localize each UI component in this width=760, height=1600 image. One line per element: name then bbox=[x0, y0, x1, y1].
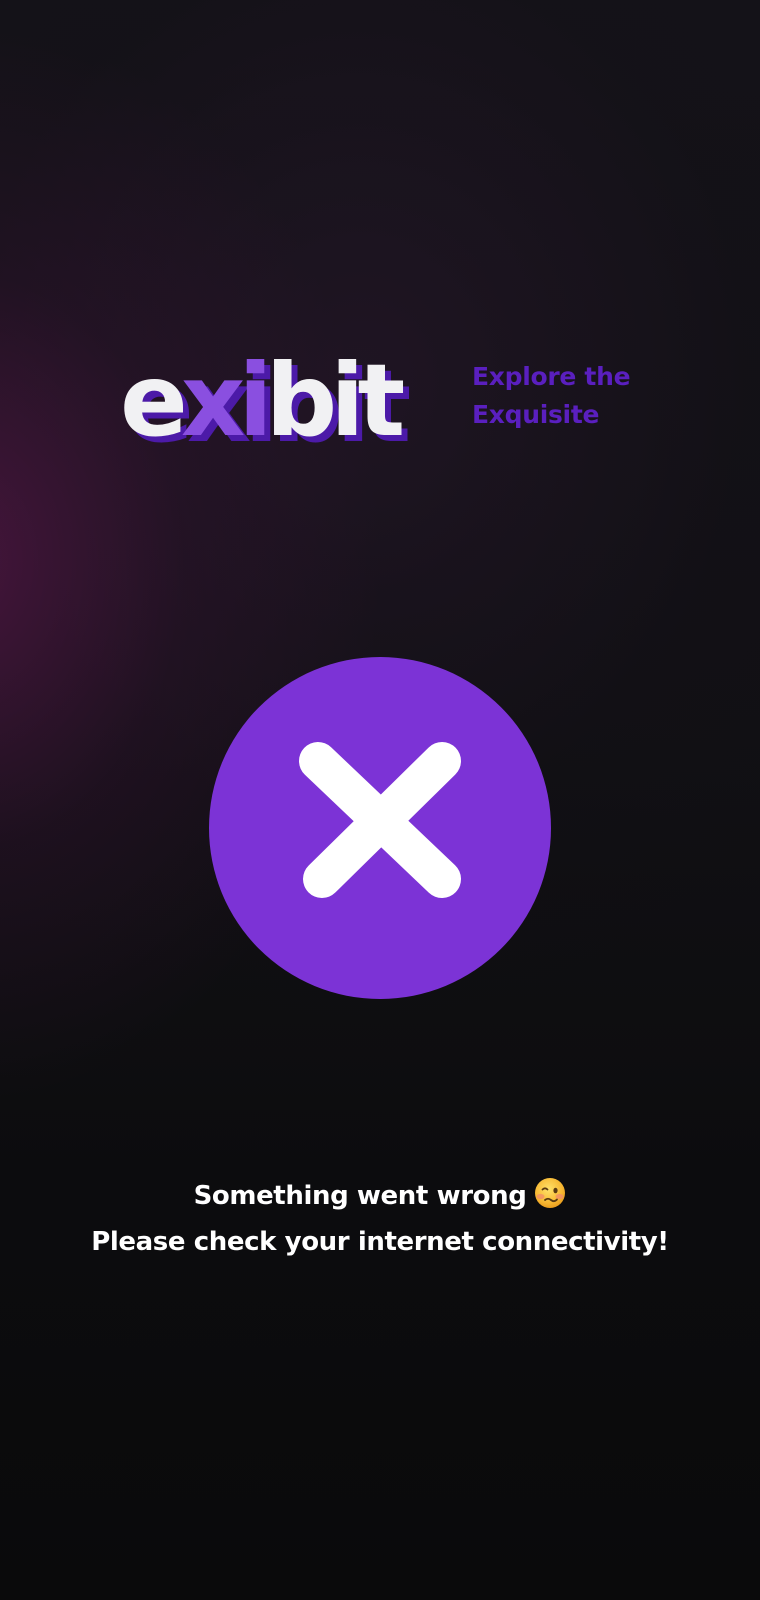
woozy-face-icon bbox=[534, 1177, 566, 1222]
error-message: Something went wrong Please check your i… bbox=[0, 1176, 760, 1263]
tagline-line-2: Exquisite bbox=[472, 400, 600, 429]
tagline: Explore the Exquisite bbox=[472, 358, 652, 434]
close-icon bbox=[299, 742, 461, 898]
error-title: Something went wrong bbox=[193, 1181, 527, 1211]
error-subtitle: Please check your internet connectivity! bbox=[91, 1227, 669, 1257]
exibit-logo: exibit exibit bbox=[120, 338, 455, 458]
brand-header: exibit exibit Explore the Exquisite bbox=[120, 338, 650, 458]
error-status-badge bbox=[209, 657, 551, 999]
tagline-line-1: Explore the bbox=[472, 362, 631, 391]
error-title-row: Something went wrong bbox=[0, 1176, 760, 1222]
logo-text: exibit bbox=[120, 342, 403, 458]
exibit-logo-wordmark: exibit exibit bbox=[120, 342, 416, 458]
error-screen: exibit exibit Explore the Exquisite Some… bbox=[0, 0, 760, 1600]
